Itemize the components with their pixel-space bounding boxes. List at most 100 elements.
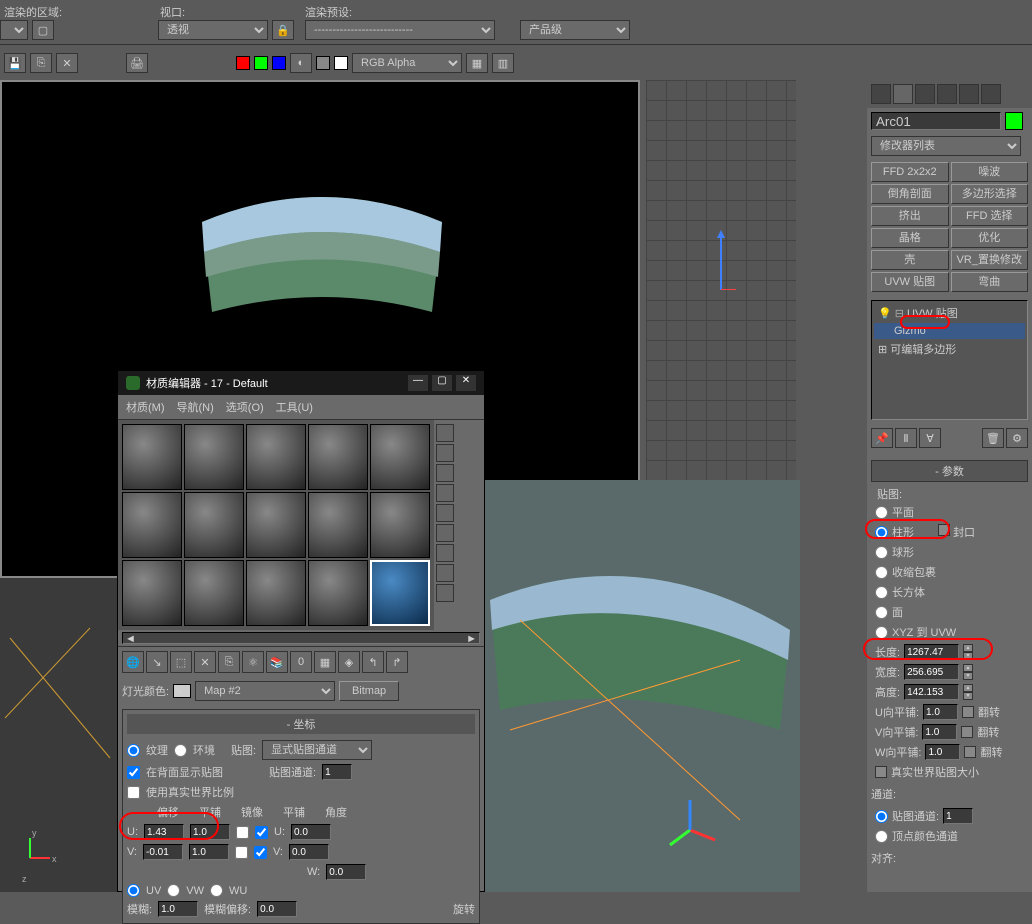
slot-11[interactable] bbox=[122, 560, 182, 626]
ffdselect-btn[interactable]: FFD 选择 bbox=[951, 206, 1029, 226]
options-btn[interactable] bbox=[436, 544, 454, 562]
green-swatch[interactable] bbox=[254, 56, 268, 70]
put-library-btn[interactable]: 📚 bbox=[266, 651, 288, 673]
wtile-input[interactable] bbox=[925, 744, 960, 760]
wu-radio[interactable] bbox=[210, 884, 223, 897]
channel-dropdown[interactable]: RGB Alpha bbox=[352, 53, 462, 73]
environment-radio[interactable] bbox=[174, 744, 187, 757]
map-name-dropdown[interactable]: Map #2 bbox=[195, 681, 335, 701]
xyz-option[interactable]: XYZ 到 UVW bbox=[871, 622, 1028, 642]
save-btn[interactable]: 💾 bbox=[4, 53, 26, 73]
lock-btn[interactable]: 🔒 bbox=[272, 20, 294, 40]
vw-radio[interactable] bbox=[167, 884, 180, 897]
region-btn[interactable]: ▢ bbox=[32, 20, 54, 40]
unique-btn[interactable]: ∀ bbox=[919, 428, 941, 448]
view-type-dropdown[interactable]: 图 bbox=[0, 20, 28, 40]
stack-uvw[interactable]: 💡 ⊟ UVW 贴图 bbox=[874, 303, 1025, 323]
slot-14[interactable] bbox=[308, 560, 368, 626]
delete-btn[interactable]: ✕ bbox=[56, 53, 78, 73]
params-header[interactable]: - 参数 bbox=[871, 460, 1028, 482]
bend-btn[interactable]: 弯曲 bbox=[951, 272, 1029, 292]
slot-3[interactable] bbox=[246, 424, 306, 490]
select-btn[interactable] bbox=[436, 564, 454, 582]
motion-tab[interactable] bbox=[937, 84, 957, 104]
modifier-list-dropdown[interactable]: 修改器列表 bbox=[871, 136, 1021, 156]
go-parent-btn[interactable]: ↰ bbox=[362, 651, 384, 673]
polyselect-btn[interactable]: 多边形选择 bbox=[951, 184, 1029, 204]
display-tab[interactable] bbox=[959, 84, 979, 104]
bevel-btn[interactable]: 倒角剖面 bbox=[871, 184, 949, 204]
close-btn[interactable]: ✕ bbox=[456, 375, 476, 391]
assign-btn[interactable]: ⬚ bbox=[170, 651, 192, 673]
object-color[interactable] bbox=[1005, 112, 1023, 130]
configure-btn[interactable]: ⚙ bbox=[1006, 428, 1028, 448]
optimize-btn[interactable]: 优化 bbox=[951, 228, 1029, 248]
w-angle[interactable] bbox=[326, 864, 366, 880]
face-option[interactable]: 面 bbox=[871, 602, 1028, 622]
modifier-stack[interactable]: 💡 ⊟ UVW 贴图 Gizmo ⊞ 可编辑多边形 bbox=[871, 300, 1028, 420]
material-editor-titlebar[interactable]: 材质编辑器 - 17 - Default — ▢ ✕ bbox=[118, 371, 484, 395]
slot-scrollbar[interactable]: ◄► bbox=[122, 632, 480, 644]
left-viewport[interactable]: z x y bbox=[0, 578, 117, 892]
menu-navigate[interactable]: 导航(N) bbox=[177, 399, 214, 415]
menu-material[interactable]: 材质(M) bbox=[126, 399, 165, 415]
clone-btn[interactable]: ⎘ bbox=[30, 53, 52, 73]
minimize-btn[interactable]: — bbox=[408, 375, 428, 391]
blur-input[interactable] bbox=[158, 901, 198, 917]
lattice-btn[interactable]: 晶格 bbox=[871, 228, 949, 248]
sphere-option[interactable]: 球形 bbox=[871, 542, 1028, 562]
go-sibling-btn[interactable]: ↱ bbox=[386, 651, 408, 673]
put-material-btn[interactable]: ↘ bbox=[146, 651, 168, 673]
shrink-option[interactable]: 收缩包裹 bbox=[871, 562, 1028, 582]
width-input[interactable] bbox=[904, 664, 959, 680]
slot-1[interactable] bbox=[122, 424, 182, 490]
coords-title[interactable]: - 坐标 bbox=[127, 714, 475, 734]
alpha-btn[interactable]: ◐ bbox=[290, 53, 312, 73]
effect-btn[interactable]: 0 bbox=[290, 651, 312, 673]
show-result-btn[interactable]: Ⅱ bbox=[895, 428, 917, 448]
slot-15-active[interactable] bbox=[370, 560, 430, 626]
preset-dropdown[interactable]: --------------------------- bbox=[305, 20, 495, 40]
modify-tab[interactable] bbox=[893, 84, 913, 104]
slot-7[interactable] bbox=[184, 492, 244, 558]
stack-gizmo[interactable]: Gizmo bbox=[874, 323, 1025, 339]
overlay-btn[interactable]: ▦ bbox=[466, 53, 488, 73]
map-channel-input[interactable] bbox=[322, 764, 352, 780]
v-tile[interactable] bbox=[189, 844, 229, 860]
uv-radio[interactable] bbox=[127, 884, 140, 897]
show-result-btn[interactable]: ◈ bbox=[338, 651, 360, 673]
u-offset[interactable] bbox=[144, 824, 184, 840]
unique-mat-btn[interactable]: ⚛ bbox=[242, 651, 264, 673]
quality-dropdown[interactable]: 产品级 bbox=[520, 20, 630, 40]
slot-2[interactable] bbox=[184, 424, 244, 490]
utile-input[interactable] bbox=[923, 704, 958, 720]
menu-options[interactable]: 选项(O) bbox=[226, 399, 264, 415]
plane-option[interactable]: 平面 bbox=[871, 502, 1028, 522]
vr-displace-btn[interactable]: VR_置换修改 bbox=[951, 250, 1029, 270]
reset-btn[interactable]: ✕ bbox=[194, 651, 216, 673]
realworld-check2[interactable] bbox=[127, 786, 140, 799]
u-tile-check[interactable] bbox=[255, 826, 268, 839]
slot-8[interactable] bbox=[246, 492, 306, 558]
v-offset[interactable] bbox=[143, 844, 183, 860]
vtile-input[interactable] bbox=[922, 724, 957, 740]
slot-12[interactable] bbox=[184, 560, 244, 626]
background-btn[interactable] bbox=[436, 464, 454, 482]
remove-btn[interactable]: 🗑 bbox=[982, 428, 1004, 448]
u-angle[interactable] bbox=[291, 824, 331, 840]
viewport-dropdown[interactable]: 透视 bbox=[158, 20, 268, 40]
white-swatch[interactable] bbox=[334, 56, 348, 70]
ffd-btn[interactable]: FFD 2x2x2 bbox=[871, 162, 949, 182]
utilities-tab[interactable] bbox=[981, 84, 1001, 104]
preview-btn[interactable] bbox=[436, 524, 454, 542]
object-name-field[interactable] bbox=[871, 112, 1001, 130]
create-tab[interactable] bbox=[871, 84, 891, 104]
menu-tools[interactable]: 工具(U) bbox=[276, 399, 313, 415]
u-tile[interactable] bbox=[190, 824, 230, 840]
uv-tile-btn[interactable] bbox=[436, 484, 454, 502]
v-angle[interactable] bbox=[289, 844, 329, 860]
maximize-btn[interactable]: ▢ bbox=[432, 375, 452, 391]
copy-btn[interactable]: ⎘ bbox=[218, 651, 240, 673]
pin-btn[interactable]: 📌 bbox=[871, 428, 893, 448]
hierarchy-tab[interactable] bbox=[915, 84, 935, 104]
